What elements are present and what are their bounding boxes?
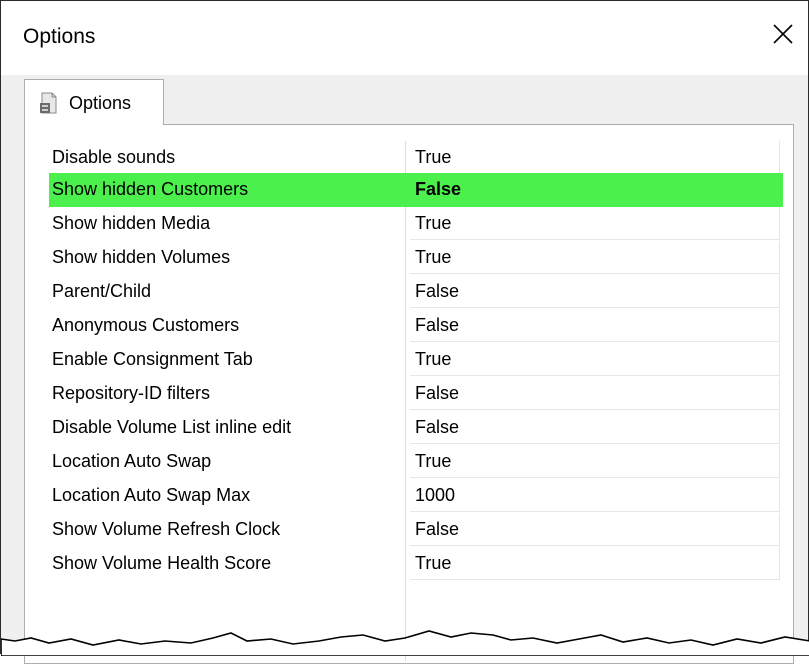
title-bar: Options (1, 1, 808, 75)
option-row[interactable]: Disable Volume List inline edit False (49, 411, 783, 445)
option-row[interactable]: Anonymous Customers False (49, 309, 783, 343)
option-name: Show Volume Refresh Clock (52, 519, 281, 539)
option-value[interactable]: True (410, 343, 780, 376)
option-name: Parent/Child (52, 281, 152, 301)
option-row[interactable]: Show hidden Volumes True (49, 241, 783, 275)
option-value[interactable]: False (410, 377, 780, 410)
option-row[interactable]: Show Volume Health Score True (49, 547, 783, 581)
option-value[interactable]: False (410, 173, 780, 206)
tab-options[interactable]: Options (24, 79, 164, 125)
option-value[interactable]: True (410, 445, 780, 478)
option-row[interactable]: Show Volume Refresh Clock False (49, 513, 783, 547)
option-row[interactable]: Location Auto Swap True (49, 445, 783, 479)
option-row[interactable]: Repository-ID filters False (49, 377, 783, 411)
options-dialog: Options Options Disable sounds True Show h… (0, 0, 809, 664)
option-row[interactable]: Show hidden Customers False (49, 173, 783, 207)
close-button[interactable] (764, 15, 802, 53)
option-row[interactable]: Enable Consignment Tab True (49, 343, 783, 377)
option-value[interactable]: False (410, 275, 780, 308)
option-name: Show hidden Media (52, 213, 211, 233)
option-value[interactable]: True (410, 207, 780, 240)
close-icon (773, 24, 793, 44)
option-name: Location Auto Swap (52, 451, 212, 471)
option-name: Disable Volume List inline edit (52, 417, 292, 437)
torn-edge (1, 630, 809, 656)
option-value[interactable]: False (410, 411, 780, 444)
option-value[interactable]: False (410, 513, 780, 546)
property-grid: Disable sounds True Show hidden Customers F… (49, 141, 783, 661)
options-document-icon (40, 92, 57, 114)
option-row[interactable]: Location Auto Swap Max 1000 (49, 479, 783, 513)
option-name: Show hidden Volumes (52, 247, 231, 267)
option-name: Show hidden Customers (52, 179, 249, 199)
option-value[interactable]: False (410, 309, 780, 342)
option-name: Location Auto Swap Max (52, 485, 251, 505)
option-name: Repository-ID filters (52, 383, 211, 403)
option-name: Enable Consignment Tab (52, 349, 253, 369)
option-name: Disable sounds (52, 147, 176, 167)
tab-label: Options (69, 93, 132, 113)
option-row[interactable]: Parent/Child False (49, 275, 783, 309)
option-value[interactable]: True (410, 141, 780, 174)
option-row[interactable]: Disable sounds True (49, 141, 783, 175)
option-row[interactable]: Show hidden Media True (49, 207, 783, 241)
window-title: Options (23, 25, 96, 48)
option-value[interactable]: True (410, 241, 780, 274)
option-value[interactable]: 1000 (410, 479, 780, 512)
option-name: Show Volume Health Score (52, 553, 272, 573)
option-name: Anonymous Customers (52, 315, 240, 335)
option-value[interactable]: True (410, 547, 780, 580)
